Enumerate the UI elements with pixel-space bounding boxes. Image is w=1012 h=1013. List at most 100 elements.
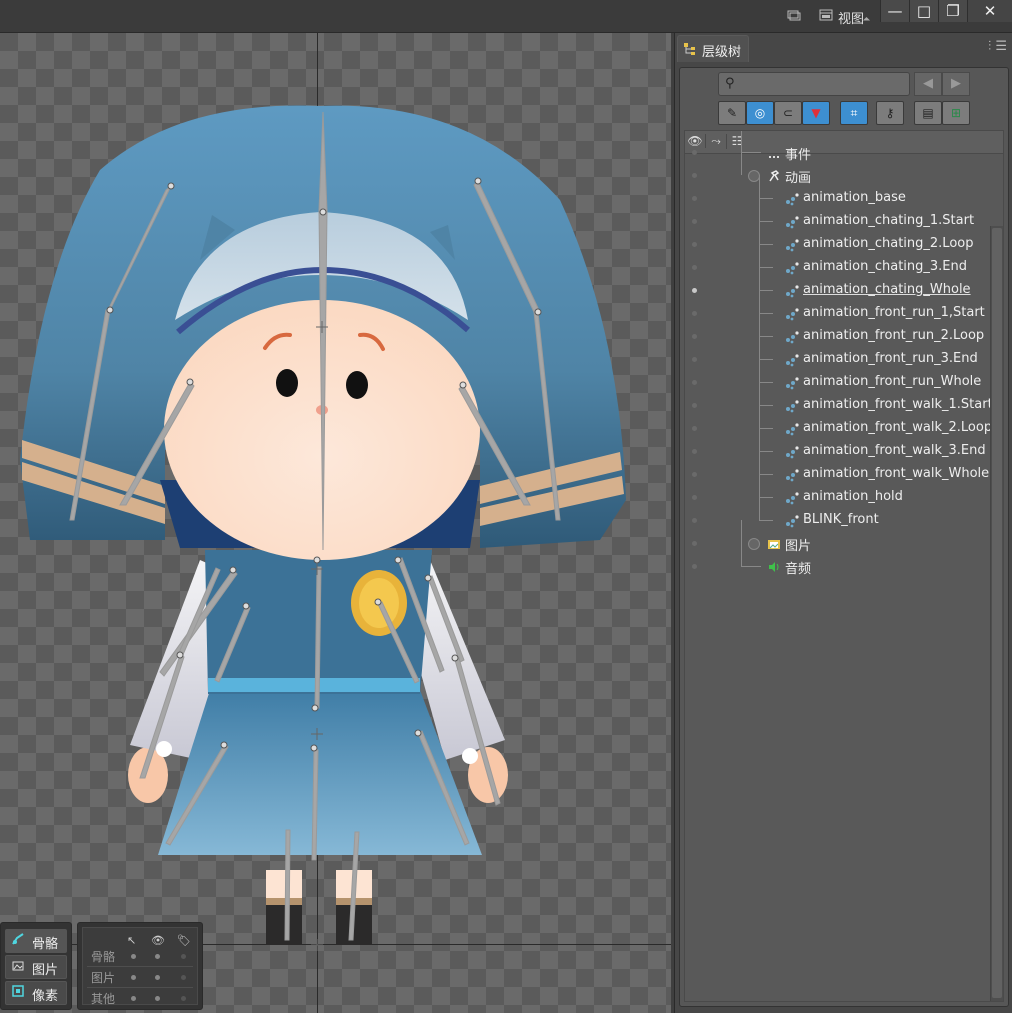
select-icon[interactable]: ↖ bbox=[127, 934, 136, 947]
other-label-toggle[interactable] bbox=[181, 996, 186, 1001]
image-label-toggle[interactable] bbox=[181, 975, 186, 980]
visibility-dot[interactable] bbox=[692, 334, 697, 339]
visibility-dot[interactable] bbox=[692, 449, 697, 454]
visibility-dot[interactable] bbox=[692, 426, 697, 431]
prev-button[interactable]: ◀ bbox=[914, 72, 942, 96]
canvas-viewport[interactable] bbox=[0, 33, 671, 1013]
tag-icon[interactable]: 🏷 bbox=[177, 934, 191, 947]
tree-row[interactable]: animation_base bbox=[685, 175, 985, 210]
tree-row[interactable]: animation_front_walk_3.End bbox=[685, 428, 986, 463]
brush-button[interactable]: ✎ bbox=[718, 101, 746, 125]
image-visible-toggle[interactable] bbox=[155, 975, 160, 980]
tree-connector bbox=[759, 382, 773, 383]
view-menu-label[interactable]: 视图 bbox=[838, 8, 864, 27]
add-layer-button[interactable]: ⊞ bbox=[942, 101, 970, 125]
tree-row[interactable]: animation_chating_Whole bbox=[685, 267, 985, 302]
visibility-grid: ↖ 👁 🏷 骨骼 图片 其他 bbox=[77, 922, 203, 1010]
close-button[interactable]: ✕ bbox=[967, 0, 1012, 22]
layer-button[interactable]: ▤ bbox=[914, 101, 942, 125]
tree-row[interactable]: animation_front_walk_1.Start bbox=[685, 382, 993, 417]
tree-row[interactable]: animation_front_walk_Whole bbox=[685, 451, 989, 486]
pixel-icon bbox=[12, 985, 24, 997]
visibility-dot[interactable] bbox=[692, 288, 697, 293]
tab-hierarchy[interactable]: 层级树 bbox=[677, 35, 749, 62]
tree-group-row[interactable]: 音频 bbox=[685, 543, 985, 578]
tree-connector bbox=[759, 359, 773, 360]
animation-icon bbox=[785, 192, 799, 206]
tree-row[interactable]: animation_front_run_3.End bbox=[685, 336, 985, 371]
audio-icon bbox=[767, 560, 781, 574]
tree-item-label: animation_front_run_2.Loop bbox=[803, 328, 985, 343]
scrollbar-thumb[interactable] bbox=[992, 228, 1002, 998]
tree-connector bbox=[759, 451, 773, 452]
tab-hierarchy-label: 层级树 bbox=[702, 45, 742, 60]
tree-item-label: 图片 bbox=[785, 539, 812, 554]
tree-connector bbox=[759, 244, 773, 245]
tree-group-row[interactable]: 事件 bbox=[685, 131, 985, 164]
filter-button[interactable]: ▼ bbox=[802, 101, 830, 125]
view-icon[interactable] bbox=[818, 9, 834, 23]
animation-icon bbox=[785, 445, 799, 459]
visibility-dot[interactable] bbox=[692, 518, 697, 523]
key-button[interactable]: ⚷ bbox=[876, 101, 904, 125]
eye-icon[interactable]: 👁 bbox=[151, 934, 165, 947]
tree-connector bbox=[759, 336, 773, 337]
visibility-dot[interactable] bbox=[692, 242, 697, 247]
visibility-dot[interactable] bbox=[692, 541, 697, 546]
visibility-dot[interactable] bbox=[692, 357, 697, 362]
circle-button[interactable]: ◎ bbox=[746, 101, 774, 125]
visibility-dot[interactable] bbox=[692, 265, 697, 270]
bone-label-toggle[interactable] bbox=[181, 954, 186, 959]
visibility-dot[interactable] bbox=[692, 564, 697, 569]
key-icon: ⚷ bbox=[885, 106, 895, 120]
other-visible-toggle[interactable] bbox=[155, 996, 160, 1001]
bone-visible-toggle[interactable] bbox=[155, 954, 160, 959]
other-select-toggle[interactable] bbox=[131, 996, 136, 1001]
layers-icon[interactable] bbox=[786, 9, 802, 23]
tree-icon bbox=[684, 43, 696, 55]
visibility-dot[interactable] bbox=[692, 380, 697, 385]
tree-row[interactable]: BLINK_front bbox=[685, 497, 985, 532]
tree-row[interactable]: animation_chating_1.Start bbox=[685, 198, 985, 233]
visibility-dot[interactable] bbox=[692, 495, 697, 500]
search-input[interactable]: ⚲ bbox=[718, 72, 910, 96]
tree-item-label: BLINK_front bbox=[803, 512, 879, 527]
visibility-dot[interactable] bbox=[692, 196, 697, 201]
tree-row[interactable]: animation_chating_3.End bbox=[685, 244, 985, 279]
image-mode-button[interactable]: 图片 bbox=[5, 955, 67, 979]
maximize-button[interactable]: □ bbox=[909, 0, 938, 22]
link-button[interactable]: ⊂ bbox=[774, 101, 802, 125]
restore-button[interactable]: ❐ bbox=[938, 0, 967, 22]
tree-scrollbar[interactable] bbox=[990, 226, 1003, 1001]
tree-row[interactable]: animation_front_run_2.Loop bbox=[685, 313, 985, 348]
visibility-dot[interactable] bbox=[692, 311, 697, 316]
visibility-dot[interactable] bbox=[692, 219, 697, 224]
next-button[interactable]: ▶ bbox=[942, 72, 970, 96]
tree-connector bbox=[759, 451, 760, 474]
tree-connector bbox=[759, 428, 760, 451]
visibility-dot[interactable] bbox=[692, 150, 697, 155]
tree-group-row[interactable]: 动画 bbox=[685, 152, 985, 187]
visibility-dot[interactable] bbox=[692, 472, 697, 477]
tree-row[interactable]: animation_front_run_Whole bbox=[685, 359, 985, 394]
tree-connector bbox=[741, 131, 742, 152]
tree-group-row[interactable]: 图片 bbox=[685, 520, 985, 555]
tree-row[interactable]: animation_front_run_1,Start bbox=[685, 290, 985, 325]
tree-row[interactable]: animation_hold bbox=[685, 474, 985, 509]
bone-mode-button[interactable]: 骨骼 bbox=[5, 929, 67, 953]
tree-item-label: animation_front_run_1,Start bbox=[803, 305, 985, 320]
tree-row[interactable]: animation_chating_2.Loop bbox=[685, 221, 985, 256]
collapse-toggle-icon[interactable] bbox=[748, 538, 760, 550]
image-select-toggle[interactable] bbox=[131, 975, 136, 980]
tree-connector bbox=[759, 198, 773, 199]
character-sprite[interactable] bbox=[0, 33, 671, 1013]
animation-icon bbox=[785, 491, 799, 505]
tree-row[interactable]: animation_front_walk_2.Loop bbox=[685, 405, 992, 440]
visibility-dot[interactable] bbox=[692, 403, 697, 408]
focus-button[interactable]: ⌗ bbox=[840, 101, 868, 125]
minimize-button[interactable]: — bbox=[880, 0, 909, 22]
bone-select-toggle[interactable] bbox=[131, 954, 136, 959]
pixel-mode-button[interactable]: 像素 bbox=[5, 981, 67, 1005]
visibility-dot[interactable] bbox=[692, 173, 697, 178]
panel-settings-icon[interactable]: ⫶ ☰ bbox=[988, 39, 1007, 54]
